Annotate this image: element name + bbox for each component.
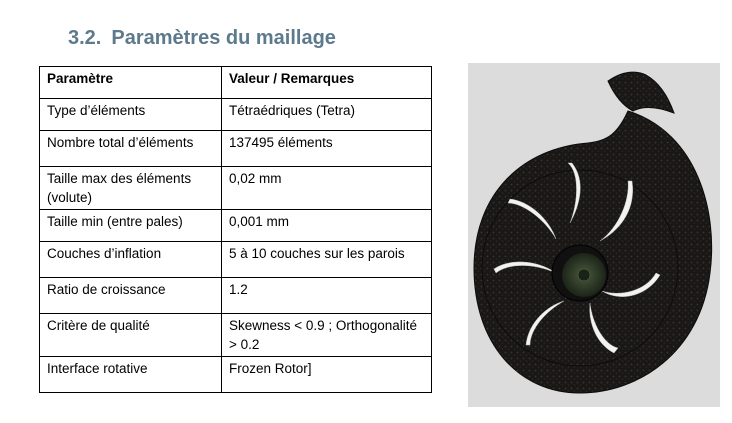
table-row: Critère de qualité Skewness < 0.9 ; Orth… (39, 313, 432, 357)
cell-parameter: Interface rotative (39, 356, 222, 393)
header-parameter: Paramètre (39, 66, 222, 99)
cell-value: 137495 éléments (221, 130, 432, 167)
table-row: Interface rotative Frozen Rotor] (39, 356, 432, 393)
cell-parameter: Taille min (entre pales) (39, 209, 222, 242)
table-header-row: Paramètre Valeur / Remarques (39, 66, 432, 99)
table-row: Ratio de croissance 1.2 (39, 277, 432, 314)
table-row: Nombre total d’éléments 137495 éléments (39, 130, 432, 167)
table-row: Taille min (entre pales) 0,001 mm (39, 209, 432, 242)
cell-value: 0,02 mm (221, 166, 432, 210)
section-title: Paramètres du maillage (111, 27, 336, 49)
cell-parameter: Nombre total d’éléments (39, 130, 222, 167)
cell-parameter: Couches d’inflation (39, 241, 222, 278)
table-row: Taille max des éléments (volute) 0,02 mm (39, 166, 432, 210)
cell-parameter: Taille max des éléments (volute) (39, 166, 222, 210)
cell-value: 0,001 mm (221, 209, 432, 242)
hub-center (577, 268, 591, 282)
table-row: Type d’éléments Tétraédriques (Tetra) (39, 98, 432, 131)
cell-value: 5 à 10 couches sur les parois (221, 241, 432, 278)
cell-parameter: Critère de qualité (39, 313, 222, 357)
cell-value: Tétraédriques (Tetra) (221, 98, 432, 131)
cell-value: Frozen Rotor] (221, 356, 432, 393)
parameters-table: Paramètre Valeur / Remarques Type d’élém… (39, 66, 432, 393)
cell-value: 1.2 (221, 277, 432, 314)
section-number: 3.2. (68, 27, 102, 49)
cell-value: Skewness < 0.9 ; Orthogonalité > 0.2 (221, 313, 432, 357)
cell-parameter: Type d’éléments (39, 98, 222, 131)
section-heading: 3.2. Paramètres du maillage (68, 27, 336, 50)
header-value: Valeur / Remarques (221, 66, 432, 99)
cell-parameter: Ratio de croissance (39, 277, 222, 314)
volute-mesh-figure (468, 63, 720, 407)
table-row: Couches d’inflation 5 à 10 couches sur l… (39, 241, 432, 278)
